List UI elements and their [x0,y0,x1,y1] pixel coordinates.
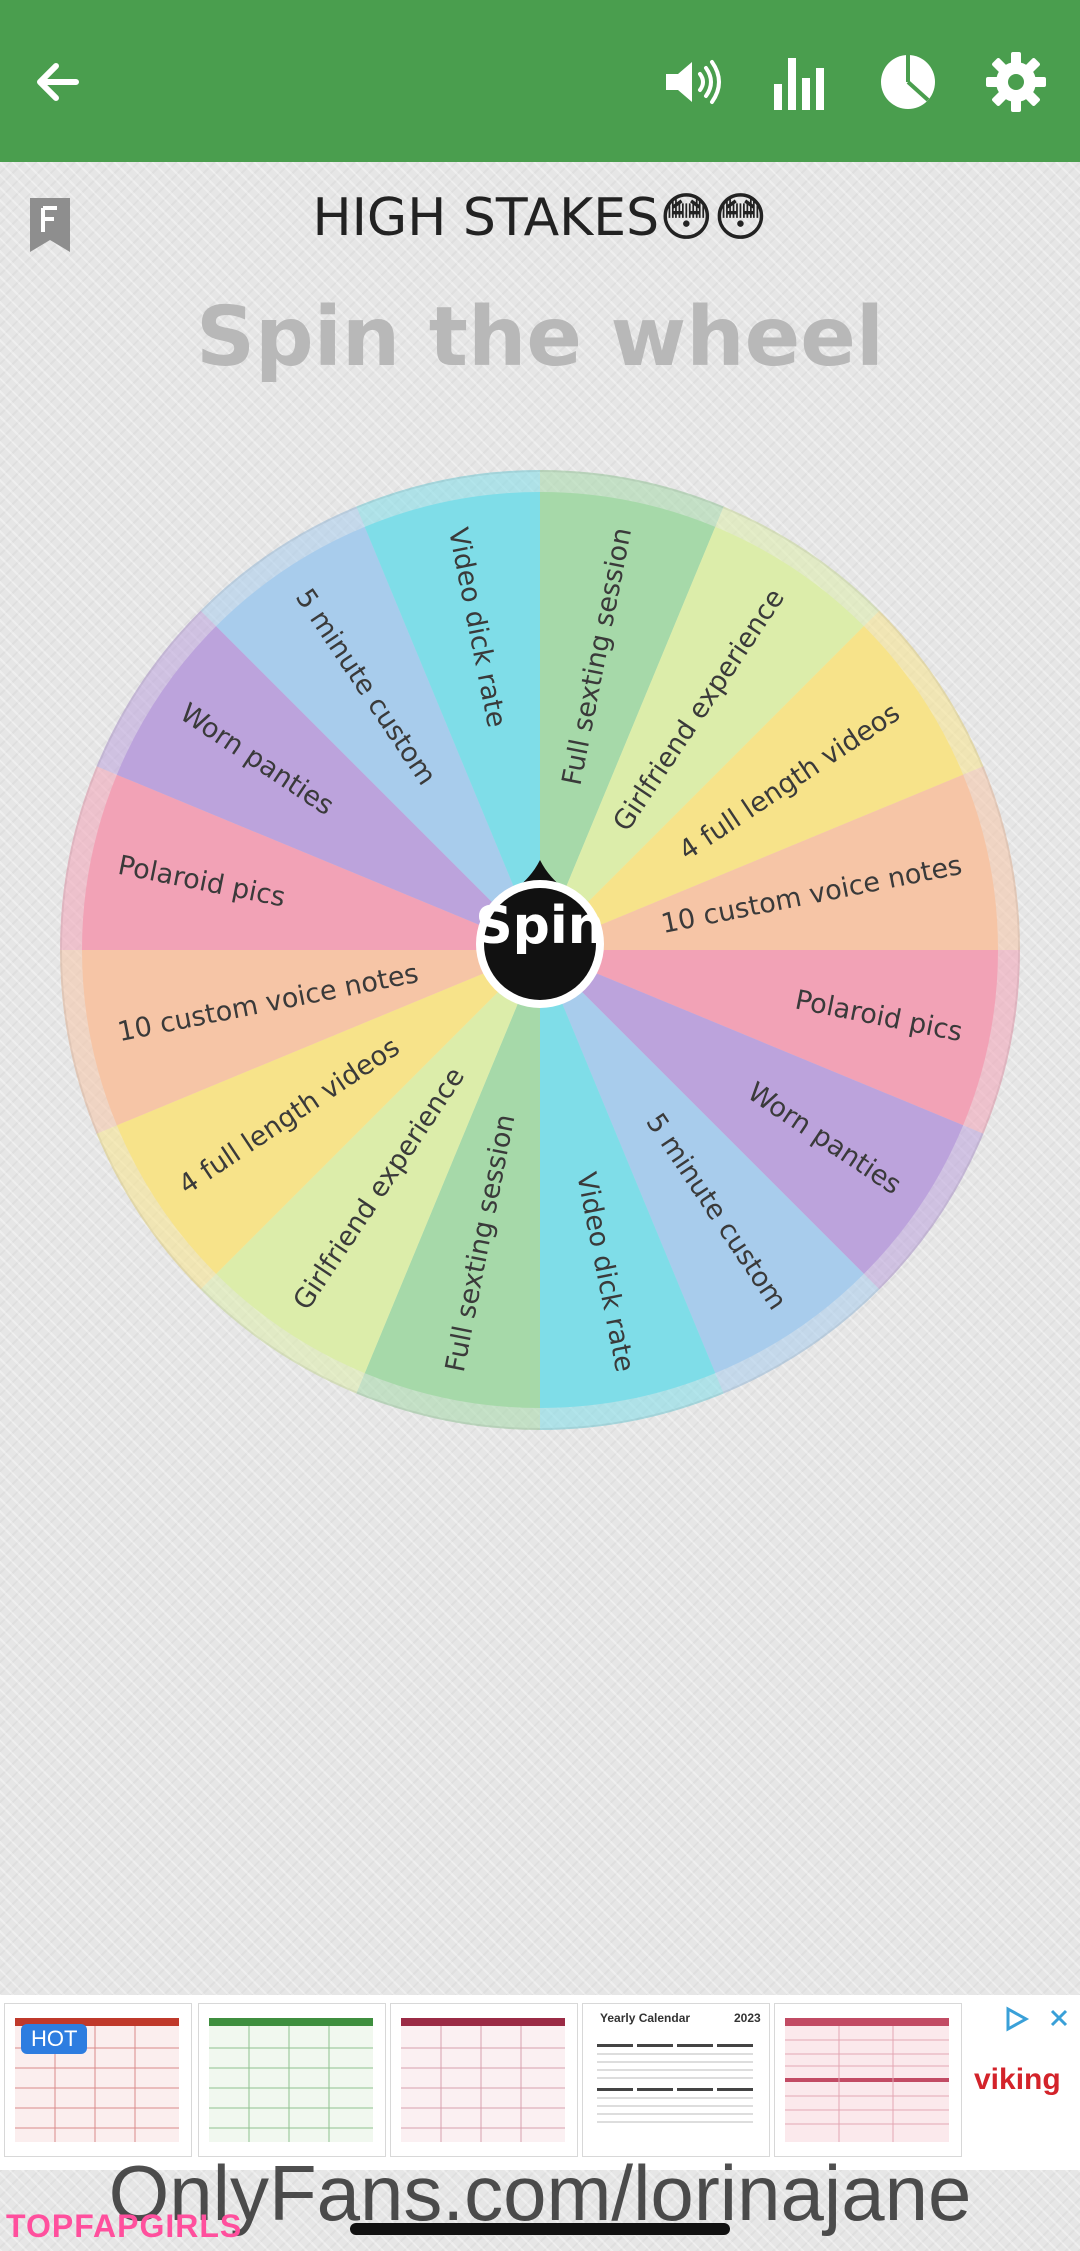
stats-button[interactable] [766,50,830,114]
sound-button[interactable] [660,50,724,114]
arrow-left-icon [37,63,79,101]
watermark-site: TOPFAPGIRLS [6,2208,243,2244]
ad-banner[interactable]: HOT Yearly Calendar 2023 viking [0,1995,1080,2170]
results-button[interactable] [876,50,940,114]
ad-thumbnail-2[interactable] [198,2003,386,2157]
calendar-sheet-maroon-icon [401,2018,565,2142]
calendar-sheet-grid-icon [593,2018,757,2142]
bar-chart-icon [774,58,824,110]
back-button[interactable] [26,50,90,114]
page-subtitle: Spin the wheel [196,290,884,385]
pie-chart-icon [881,55,935,109]
ad-thumbnail-5[interactable] [774,2003,962,2157]
gear-icon [986,52,1046,112]
advertiser-brand[interactable]: viking [974,2063,1061,2097]
app-bar [0,0,1080,162]
home-indicator[interactable] [350,2223,730,2235]
calendar-ad-year: 2023 [734,2011,761,2025]
ad-thumbnail-3[interactable] [390,2003,578,2157]
volume-icon [666,60,721,104]
settings-button[interactable] [984,50,1048,114]
hot-badge: HOT [21,2024,88,2054]
calendar-sheet-green-icon [209,2018,373,2142]
calendar-ad-title: Yearly Calendar [600,2011,691,2025]
spin-button[interactable] [462,858,618,1014]
ad-thumbnail-4[interactable] [582,2003,770,2157]
ad-choices-close-icon[interactable] [1004,2005,1074,2033]
ad-thumbnail-1[interactable]: HOT [4,2003,192,2157]
wheel-title[interactable]: HIGH STAKES😳😳 [0,188,1080,248]
calendar-sheet-pink-icon [785,2018,949,2142]
